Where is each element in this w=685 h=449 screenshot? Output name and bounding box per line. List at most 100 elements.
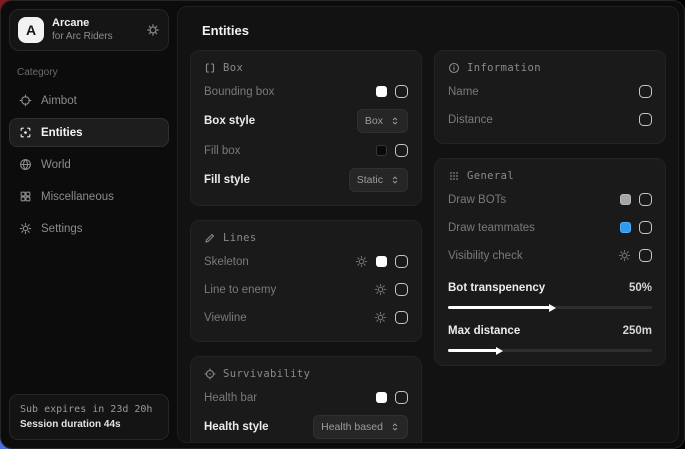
main-panel: Entities Box Bounding box <box>177 6 679 443</box>
color-swatch[interactable] <box>376 86 387 97</box>
sidebar-item-miscellaneous[interactable]: Miscellaneous <box>9 182 169 211</box>
grid-icon <box>19 190 32 203</box>
setting-label: Name <box>448 86 479 98</box>
gear-icon[interactable] <box>146 23 160 37</box>
information-section: Information Name Distance <box>434 50 666 144</box>
sidebar-item-settings[interactable]: Settings <box>9 214 169 243</box>
brand-subtitle: for Arc Riders <box>52 31 138 44</box>
checkbox[interactable] <box>639 221 652 234</box>
setting-label: Draw teammates <box>448 222 535 234</box>
setting-label: Fill style <box>204 174 250 186</box>
bot-transparency-group: Bot transpenency 50% <box>448 277 652 309</box>
fill-style-dropdown[interactable]: Static <box>349 168 408 192</box>
lines-section: Lines Skeleton Line to enemy <box>190 220 422 342</box>
sidebar-item-world[interactable]: World <box>9 150 169 179</box>
gear-icon <box>19 222 32 235</box>
brand-text: Arcane for Arc Riders <box>52 17 138 43</box>
dropdown-value: Health based <box>321 421 383 433</box>
checkbox[interactable] <box>395 283 408 296</box>
bot-transparency-slider[interactable] <box>448 306 652 309</box>
checkbox[interactable] <box>395 311 408 324</box>
sidebar-item-label: World <box>41 159 71 171</box>
target-icon <box>204 368 216 380</box>
setting-label: Fill box <box>204 145 240 157</box>
dots-grid-icon <box>448 170 460 182</box>
gear-icon[interactable] <box>374 311 387 324</box>
section-header: Lines <box>204 232 408 244</box>
info-icon <box>448 62 460 74</box>
setting-label: Skeleton <box>204 256 249 268</box>
setting-row-box-style: Box style Box <box>204 109 408 133</box>
survivability-section: Survivability Health bar Health style He… <box>190 356 422 443</box>
sidebar: A Arcane for Arc Riders Category Aimbot … <box>1 1 177 448</box>
unfold-icon <box>390 422 400 432</box>
section-title: General <box>467 170 514 182</box>
sidebar-item-entities[interactable]: Entities <box>9 118 169 147</box>
checkbox[interactable] <box>639 249 652 262</box>
checkbox[interactable] <box>639 193 652 206</box>
sidebar-item-label: Settings <box>41 223 83 235</box>
gear-icon[interactable] <box>355 255 368 268</box>
setting-row-draw-teammates: Draw teammates <box>448 217 652 238</box>
setting-row-health-style: Health style Health based <box>204 415 408 439</box>
setting-row-bounding-box: Bounding box <box>204 81 408 102</box>
checkbox[interactable] <box>395 144 408 157</box>
setting-label: Health bar <box>204 392 257 404</box>
setting-label: Visibility check <box>448 250 523 262</box>
gear-icon[interactable] <box>618 249 631 262</box>
section-header: Survivability <box>204 368 408 380</box>
color-swatch[interactable] <box>376 256 387 267</box>
section-header: Box <box>204 62 408 74</box>
box-brackets-icon <box>204 62 216 74</box>
app-window: A Arcane for Arc Riders Category Aimbot … <box>0 0 685 449</box>
setting-label: Viewline <box>204 312 247 324</box>
max-distance-slider[interactable] <box>448 349 652 352</box>
setting-row-name: Name <box>448 81 652 102</box>
sidebar-item-aimbot[interactable]: Aimbot <box>9 86 169 115</box>
page-title: Entities <box>202 23 666 38</box>
setting-row-max-distance: Max distance 250m <box>448 320 652 341</box>
checkbox[interactable] <box>395 255 408 268</box>
sub-expiry-text: Sub expires in 23d 20h <box>20 402 158 417</box>
color-swatch[interactable] <box>376 145 387 156</box>
setting-row-fill-style: Fill style Static <box>204 168 408 192</box>
dropdown-value: Box <box>365 115 383 127</box>
color-swatch[interactable] <box>620 194 631 205</box>
box-style-dropdown[interactable]: Box <box>357 109 408 133</box>
subscription-card: Sub expires in 23d 20h Session duration … <box>9 394 169 440</box>
setting-row-draw-bots: Draw BOTs <box>448 189 652 210</box>
checkbox[interactable] <box>639 85 652 98</box>
setting-label: Bounding box <box>204 86 274 98</box>
crosshair-icon <box>19 94 32 107</box>
setting-label: Health style <box>204 421 269 433</box>
setting-row-viewline: Viewline <box>204 307 408 328</box>
setting-label: Max distance <box>448 325 520 337</box>
setting-label: Box style <box>204 115 255 127</box>
checkbox[interactable] <box>395 85 408 98</box>
section-title: Information <box>467 62 541 74</box>
section-title: Box <box>223 62 243 74</box>
gear-icon[interactable] <box>374 283 387 296</box>
setting-row-skeleton: Skeleton <box>204 251 408 272</box>
slider-thumb[interactable] <box>496 347 503 355</box>
setting-row-line-to-enemy: Line to enemy <box>204 279 408 300</box>
box-section: Box Bounding box Box style Box <box>190 50 422 206</box>
slider-thumb[interactable] <box>549 304 556 312</box>
brand-card: A Arcane for Arc Riders <box>9 9 169 51</box>
entities-scan-icon <box>19 126 32 139</box>
setting-row-distance: Distance <box>448 109 652 130</box>
unfold-icon <box>390 116 400 126</box>
health-style-dropdown[interactable]: Health based <box>313 415 408 439</box>
checkbox[interactable] <box>395 391 408 404</box>
color-swatch[interactable] <box>620 222 631 233</box>
sidebar-item-label: Entities <box>41 127 83 139</box>
session-duration-text: Session duration 44s <box>20 417 158 432</box>
setting-row-visibility-check: Visibility check <box>448 245 652 266</box>
section-title: Lines <box>223 232 257 244</box>
setting-row-fill-box: Fill box <box>204 140 408 161</box>
brand-name: Arcane <box>52 17 138 31</box>
color-swatch[interactable] <box>376 392 387 403</box>
general-section: General Draw BOTs Draw teammates <box>434 158 666 366</box>
setting-row-health-bar: Health bar <box>204 387 408 408</box>
checkbox[interactable] <box>639 113 652 126</box>
